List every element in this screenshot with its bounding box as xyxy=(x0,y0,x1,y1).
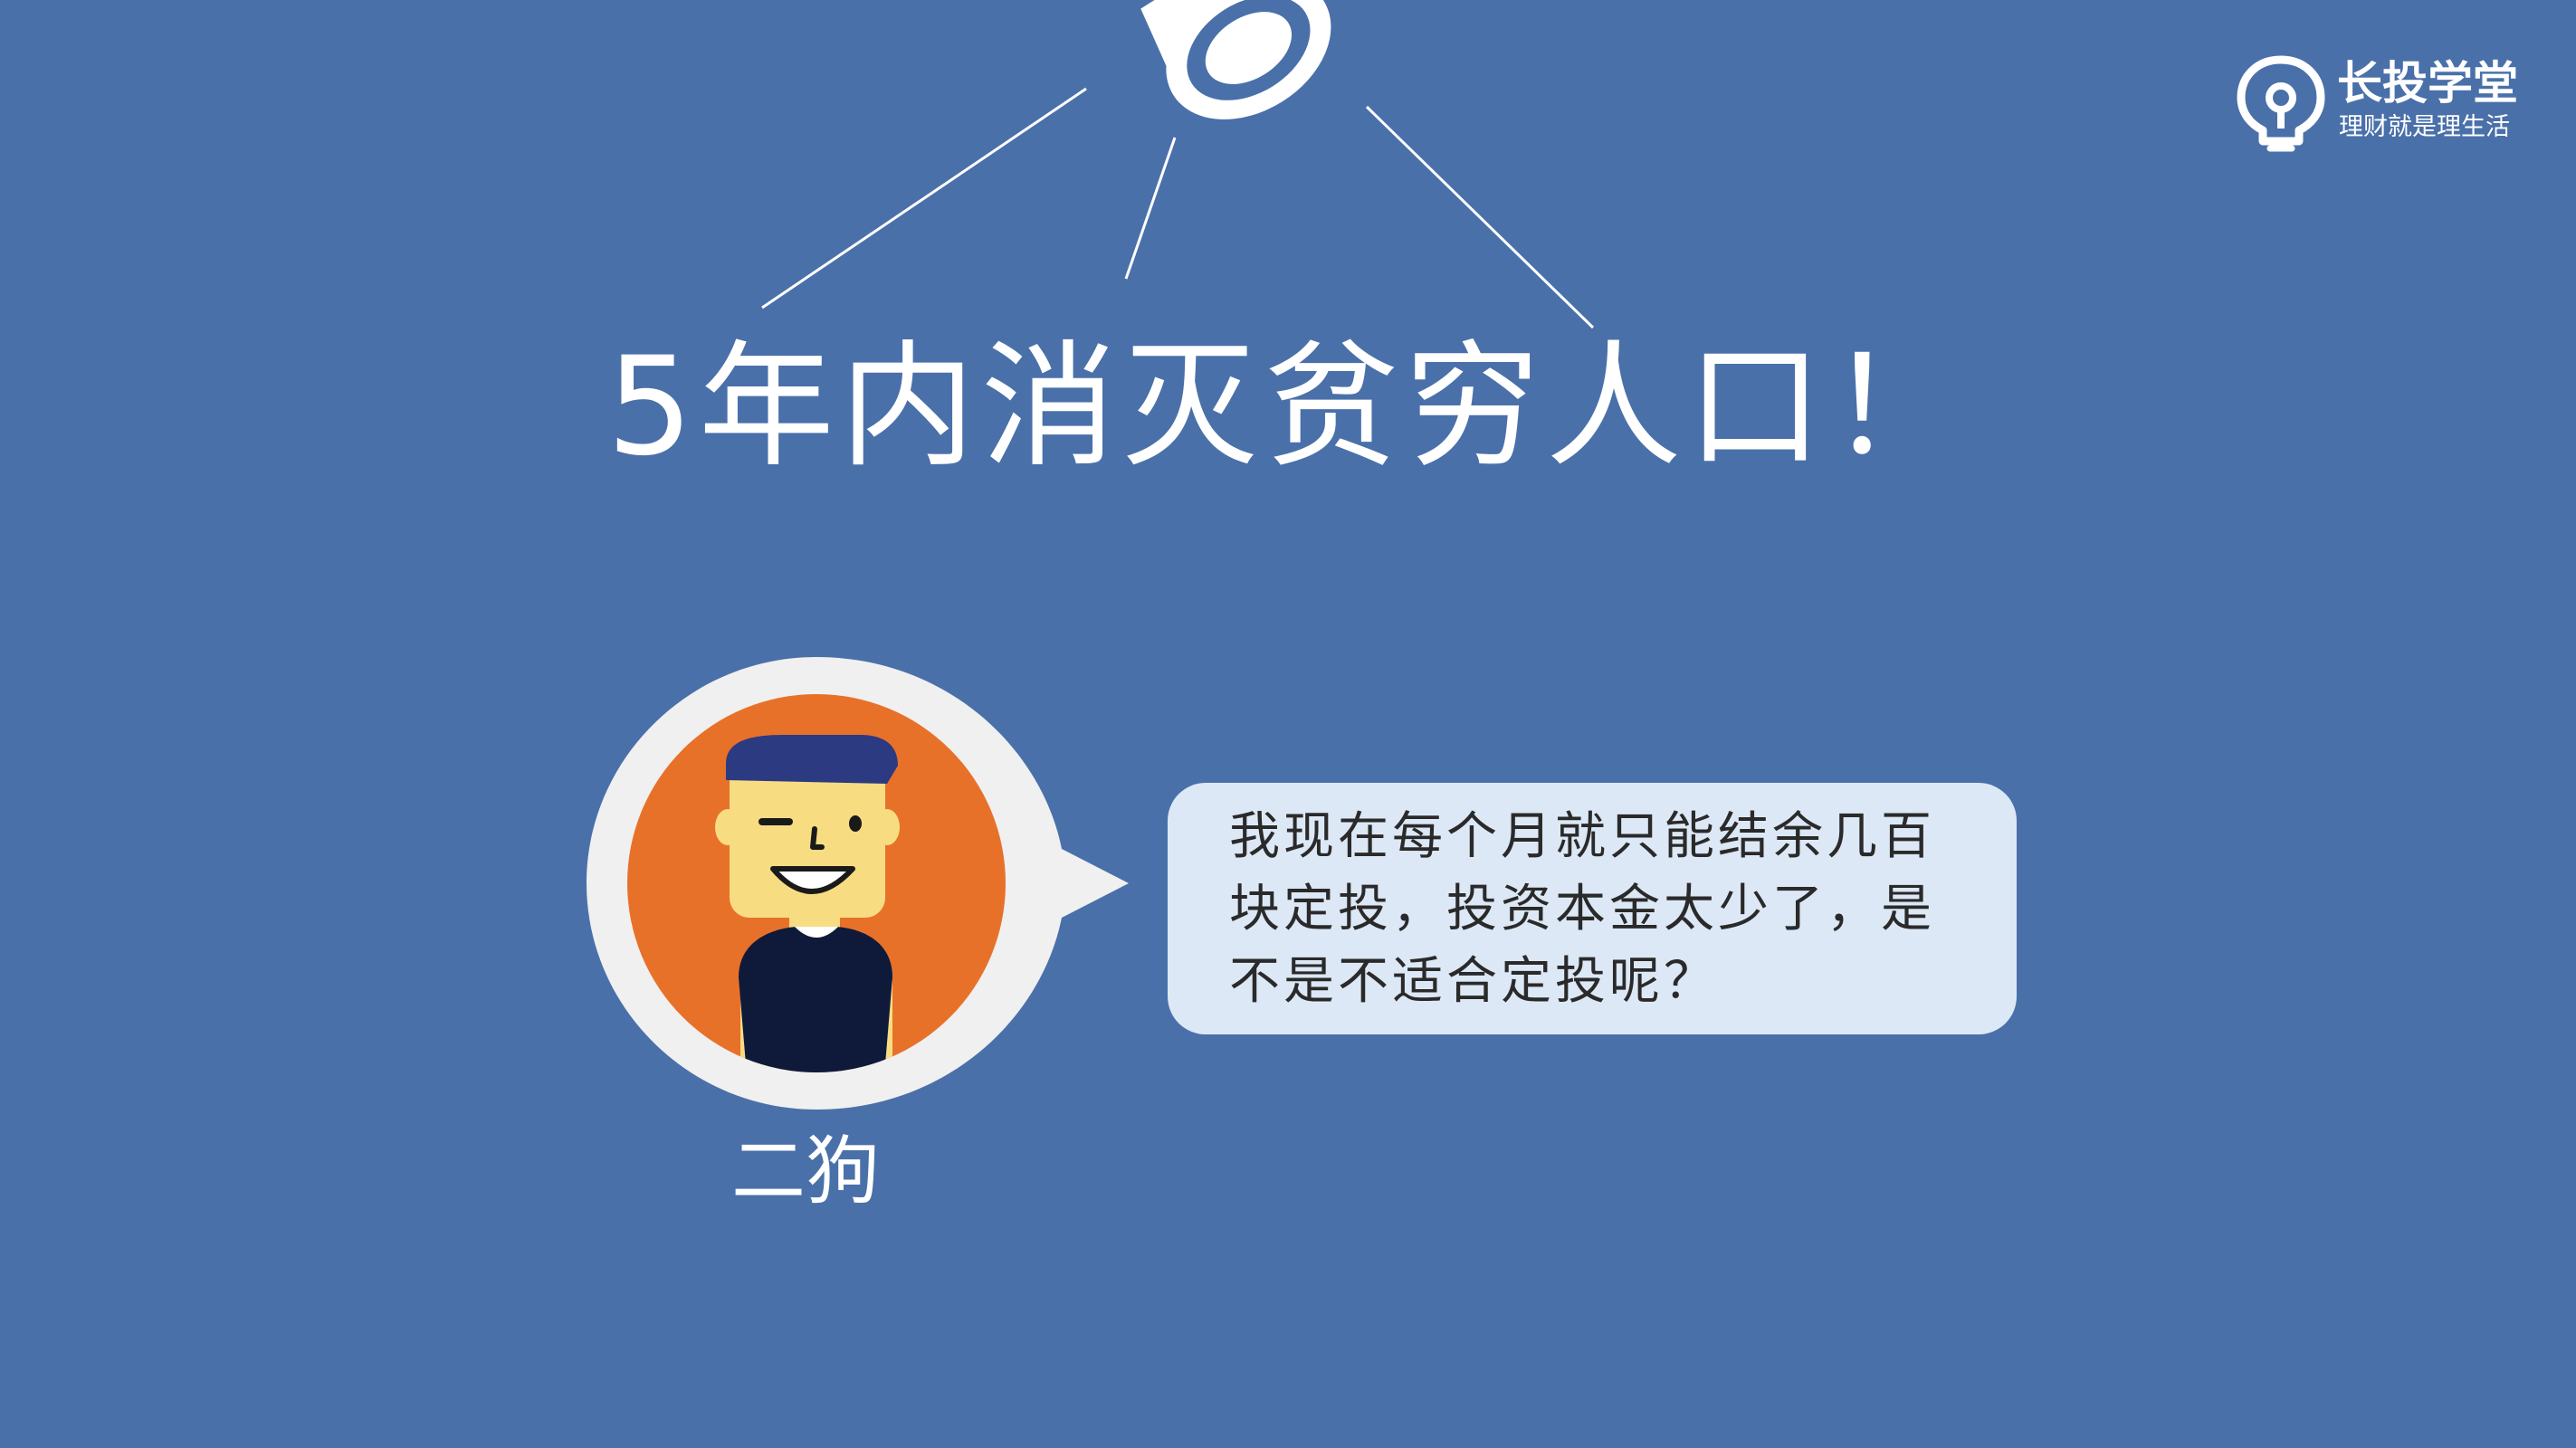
hair xyxy=(726,735,898,784)
speaker-avatar xyxy=(587,657,1129,1110)
brand-title: 长投学堂 xyxy=(2337,57,2518,110)
spotlight-icon xyxy=(761,0,1595,329)
light-ray-middle xyxy=(1124,137,1177,280)
speaker-name: 二狗 xyxy=(730,1129,880,1215)
slide: 5年内消灭贫穷人口！ 长投学堂 理财就是理生活 二狗 我现在每个月就只能结余几百… xyxy=(0,0,2576,1448)
shirt xyxy=(739,927,892,1072)
speech-text: 我现在每个月就只能结余几百块定投，投资本金太少了，是不是不适合定投呢？ xyxy=(1229,807,1935,1011)
cartoon-boy xyxy=(715,735,900,1072)
light-ray-right xyxy=(1365,105,1595,329)
light-ray-left xyxy=(761,87,1087,310)
lightbulb-pin-icon xyxy=(2237,55,2325,152)
headline: 5年内消灭贫穷人口！ xyxy=(606,329,1970,486)
speech-bubble: 我现在每个月就只能结余几百块定投，投资本金太少了，是不是不适合定投呢？ xyxy=(1168,783,2017,1034)
spotlight-lamp xyxy=(1140,0,1331,119)
brand-tagline: 理财就是理生活 xyxy=(2339,113,2510,141)
brand-logo: 长投学堂 理财就是理生活 xyxy=(2236,47,2543,156)
